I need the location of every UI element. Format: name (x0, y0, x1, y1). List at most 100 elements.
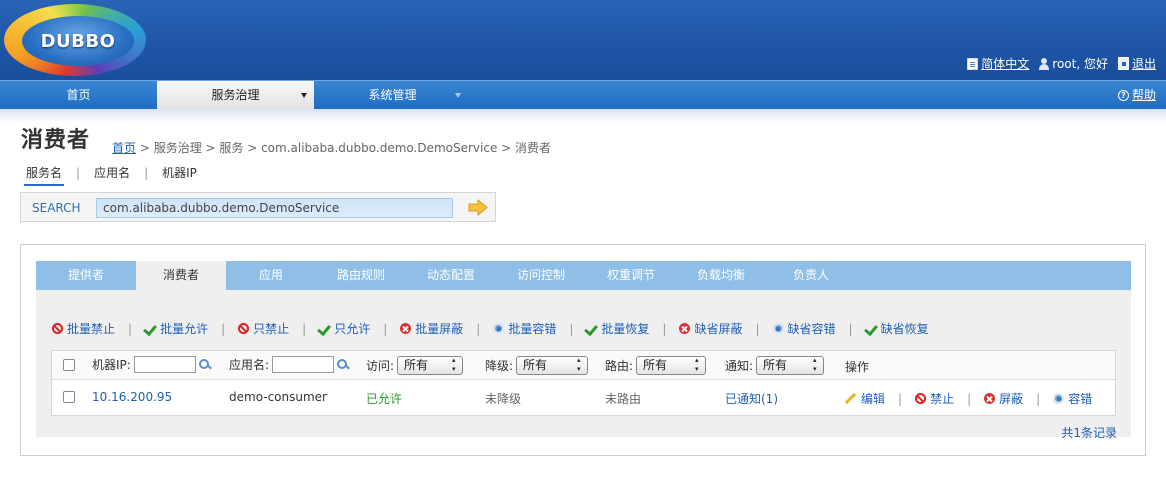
search-tab-application[interactable]: 应用名 (92, 166, 132, 186)
forbid-button[interactable]: 禁止 (915, 390, 954, 407)
row-notify-link[interactable]: 已通知(1) (725, 390, 778, 407)
search-label: SEARCH (32, 201, 81, 215)
check-icon (145, 323, 156, 334)
divider: | (967, 391, 972, 406)
notify-header: 通知: (725, 359, 754, 373)
nav-shadow (0, 109, 1166, 123)
app-filter-input[interactable] (272, 356, 335, 373)
button-label: 屏蔽 (999, 392, 1024, 406)
route-select[interactable]: 所有 (636, 356, 707, 375)
tab-dynamic-config[interactable]: 动态配置 (406, 261, 496, 290)
batch-shield-button[interactable]: 批量屏蔽 (400, 320, 463, 337)
default-tolerant-button[interactable]: 缺省容错 (772, 320, 836, 337)
consumer-table: 机器IP: 应用名: 访问: 所有 降级: 所有 (51, 350, 1116, 416)
table-header: 机器IP: 应用名: 访问: 所有 降级: 所有 (52, 351, 1115, 380)
row-checkbox[interactable] (63, 391, 75, 403)
app-filter: 应用名: (229, 356, 349, 373)
gear-icon (1053, 393, 1065, 404)
batch-recover-button[interactable]: 批量恢复 (586, 320, 649, 337)
batch-tolerant-button[interactable]: 批量容错 (493, 320, 556, 337)
page-title: 消费者 (21, 128, 91, 153)
dubbo-logo[interactable]: DUBBO (4, 4, 146, 76)
nav-item-home[interactable]: 首页 (0, 81, 157, 110)
ops-header: 操作 (845, 360, 870, 374)
search-tab-service[interactable]: 服务名 (24, 166, 65, 186)
only-forbid-button[interactable]: 只禁止 (238, 320, 289, 337)
logout-icon (1117, 57, 1129, 70)
logout-link[interactable]: 退出 (1117, 55, 1156, 72)
divider: | (221, 321, 226, 336)
ban-icon (915, 393, 927, 404)
tab-routes[interactable]: 路由规则 (316, 261, 406, 290)
ip-filter-input[interactable] (133, 356, 196, 373)
tab-owners[interactable]: 负责人 (766, 261, 856, 290)
row-actions: 编辑 | 禁止 | 屏蔽 | 容错 (845, 390, 1092, 407)
search-icon[interactable] (198, 358, 211, 371)
only-allow-button[interactable]: 只允许 (319, 320, 370, 337)
breadcrumb-home-link[interactable]: 首页 (112, 141, 136, 155)
nav-item-system-admin[interactable]: 系统管理 (314, 81, 471, 110)
nav-item-label: 首页 (66, 88, 91, 102)
nav-item-label: 系统管理 (368, 88, 417, 102)
button-label: 编辑 (861, 392, 886, 406)
button-label: 只允许 (334, 322, 371, 336)
degrade-select[interactable]: 所有 (516, 356, 589, 375)
default-recover-button[interactable]: 缺省恢复 (866, 320, 929, 337)
ban-icon (238, 323, 250, 334)
button-label: 只禁止 (253, 322, 290, 336)
tab-providers[interactable]: 提供者 (36, 261, 136, 290)
divider: | (1036, 391, 1041, 406)
batch-toolbar: 批量禁止 | 批量允许 | 只禁止 | 只允许 | 批量屏蔽 | 批量容错 | … (52, 320, 929, 337)
gear-icon (772, 323, 784, 334)
table-row: 10.16.200.95 demo-consumer 已允许 未降级 未路由 已… (52, 381, 1115, 415)
ip-filter: 机器IP: (92, 356, 211, 373)
breadcrumb: 首页 > 服务治理 > 服务 > com.alibaba.dubbo.demo.… (112, 139, 551, 156)
checkbox[interactable] (63, 391, 75, 403)
shield-button[interactable]: 屏蔽 (984, 390, 1023, 407)
nav-item-service-governance[interactable]: 服务治理 (157, 81, 314, 110)
nav-item-label: 服务治理 (211, 88, 260, 102)
tab-access-control[interactable]: 访问控制 (496, 261, 586, 290)
tolerant-button[interactable]: 容错 (1053, 390, 1092, 407)
language-label[interactable]: 简体中文 (981, 55, 1029, 72)
button-label: 缺省屏蔽 (694, 322, 743, 336)
tab-load-balance[interactable]: 负载均衡 (676, 261, 766, 290)
language-switch[interactable]: 简体中文 (967, 55, 1029, 72)
button-label: 容错 (1068, 392, 1093, 406)
tab-weights[interactable]: 权重调节 (586, 261, 676, 290)
divider: | (662, 321, 667, 336)
select-all-checkbox[interactable] (63, 359, 75, 371)
help-link[interactable]: ? 帮助 (1117, 81, 1156, 110)
search-type-tabs: 服务名 | 应用名 | 机器IP (24, 166, 199, 186)
divider: | (848, 321, 853, 336)
divider: | (383, 321, 388, 336)
button-label: 批量禁止 (67, 322, 116, 336)
search-input[interactable]: com.alibaba.dubbo.demo.DemoService (96, 198, 453, 218)
button-label: 批量容错 (508, 322, 557, 336)
tab-consumers[interactable]: 消费者 (136, 261, 226, 290)
record-count: 共1条记录 (1061, 426, 1117, 440)
batch-allow-button[interactable]: 批量允许 (145, 320, 208, 337)
search-tab-ip[interactable]: 机器IP (160, 166, 199, 186)
access-header: 访问: (366, 359, 395, 373)
notify-select[interactable]: 所有 (756, 356, 825, 375)
divider: | (476, 321, 481, 336)
tab-applications[interactable]: 应用 (226, 261, 316, 290)
user-icon (1039, 57, 1050, 70)
logout-label[interactable]: 退出 (1132, 55, 1156, 72)
batch-forbid-button[interactable]: 批量禁止 (52, 320, 115, 337)
x-circle-icon (400, 323, 412, 334)
help-icon: ? (1117, 90, 1129, 101)
ip-header: 机器IP: (92, 358, 131, 372)
help-label[interactable]: 帮助 (1132, 81, 1156, 110)
default-shield-button[interactable]: 缺省屏蔽 (679, 320, 742, 337)
access-select[interactable]: 所有 (397, 356, 464, 375)
greeting-text: root, 您好 (1052, 57, 1108, 71)
arrow-right-icon[interactable] (468, 199, 488, 216)
search-icon[interactable] (337, 358, 349, 371)
row-ip-link[interactable]: 10.16.200.95 (92, 390, 172, 404)
edit-button[interactable]: 编辑 (845, 390, 885, 407)
row-degrade-status: 未降级 (485, 392, 522, 406)
check-icon (866, 323, 877, 334)
checkbox[interactable] (63, 359, 75, 371)
